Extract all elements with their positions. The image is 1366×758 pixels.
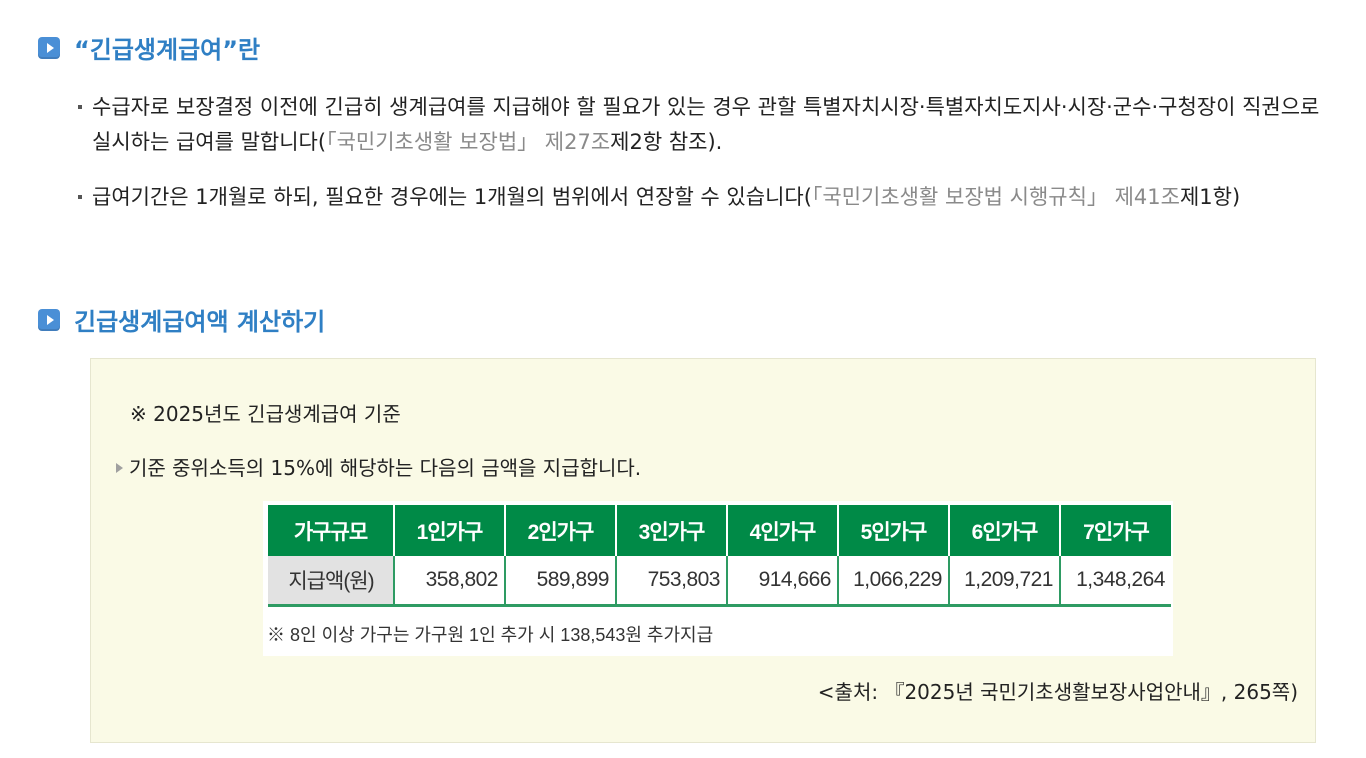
table-header-cell: 가구규모 [268,505,395,556]
table-row-label: 지급액(원) [268,556,395,607]
table-cell: 1,209,721 [949,556,1061,607]
intro-text-label: 기준 중위소득의 15%에 해당하는 다음의 금액을 지급합니다. [129,456,642,480]
table-cell: 358,802 [394,556,506,607]
table-footnote: ※ 8인 이상 가구는 가구원 1인 추가 시 138,543원 추가지급 [267,625,714,645]
table-row: 지급액(원) 358,802 589,899 753,803 914,666 1… [268,556,1171,607]
definition-item-text: 급여기간은 1개월로 하되, 필요한 경우에는 1개월의 범위에서 연장할 수 … [92,180,1328,215]
basis-note: ※ 2025년도 긴급생계급여 기준 [130,402,401,426]
item-text: 급여기간은 1개월로 하되, 필요한 경우에는 1개월의 범위에서 연장할 수 … [92,185,812,209]
definition-item: 수급자로 보장결정 이전에 긴급히 생계급여를 지급해야 할 필요가 있는 경우… [78,90,1328,160]
table-header-cell: 5인가구 [838,505,950,556]
table-header-cell: 3인가구 [616,505,728,556]
section-heading-text: “긴급생계급여”란 [74,36,261,64]
table-header-cell: 1인가구 [394,505,506,556]
law-reference-link[interactable]: 「국민기초생활 보장법 시행규칙」 제41조 [812,185,1180,209]
play-bullet-icon [38,36,60,59]
table-header-cell: 6인가구 [949,505,1061,556]
law-reference-link[interactable]: 「국민기초생활 보장법」 제27조 [326,130,610,154]
square-bullet-icon [78,195,82,199]
item-text: 제1항) [1179,185,1241,209]
section-heading-calculation: 긴급생계급여액 계산하기 [38,302,325,337]
play-bullet-icon [38,308,60,331]
table-header-cell: 4인가구 [727,505,839,556]
square-bullet-icon [78,105,82,109]
table-cell: 753,803 [616,556,728,607]
table-cell: 1,348,264 [1060,556,1171,607]
table-cell: 1,066,229 [838,556,950,607]
arrow-bullet-icon [116,463,123,473]
definition-item-text: 수급자로 보장결정 이전에 긴급히 생계급여를 지급해야 할 필요가 있는 경우… [92,90,1328,160]
definition-item: 급여기간은 1개월로 하되, 필요한 경우에는 1개월의 범위에서 연장할 수 … [78,180,1328,215]
table-cell: 589,899 [505,556,617,607]
table-header-cell: 7인가구 [1060,505,1171,556]
section-heading-text: 긴급생계급여액 계산하기 [74,308,326,336]
intro-text: 기준 중위소득의 15%에 해당하는 다음의 금액을 지급합니다. [116,452,641,481]
source-citation: <출처: 『2025년 국민기초생활보장사업안내』, 265쪽) [817,680,1298,704]
benefit-table-image: 가구규모 1인가구 2인가구 3인가구 4인가구 5인가구 6인가구 7인가구 … [263,501,1173,656]
benefit-table: 가구규모 1인가구 2인가구 3인가구 4인가구 5인가구 6인가구 7인가구 … [268,505,1171,607]
table-header-row: 가구규모 1인가구 2인가구 3인가구 4인가구 5인가구 6인가구 7인가구 [268,505,1171,556]
table-cell: 914,666 [727,556,839,607]
table-header-cell: 2인가구 [505,505,617,556]
item-text: 제2항 참조). [610,130,723,154]
section-heading-definition: “긴급생계급여”란 [38,30,260,65]
